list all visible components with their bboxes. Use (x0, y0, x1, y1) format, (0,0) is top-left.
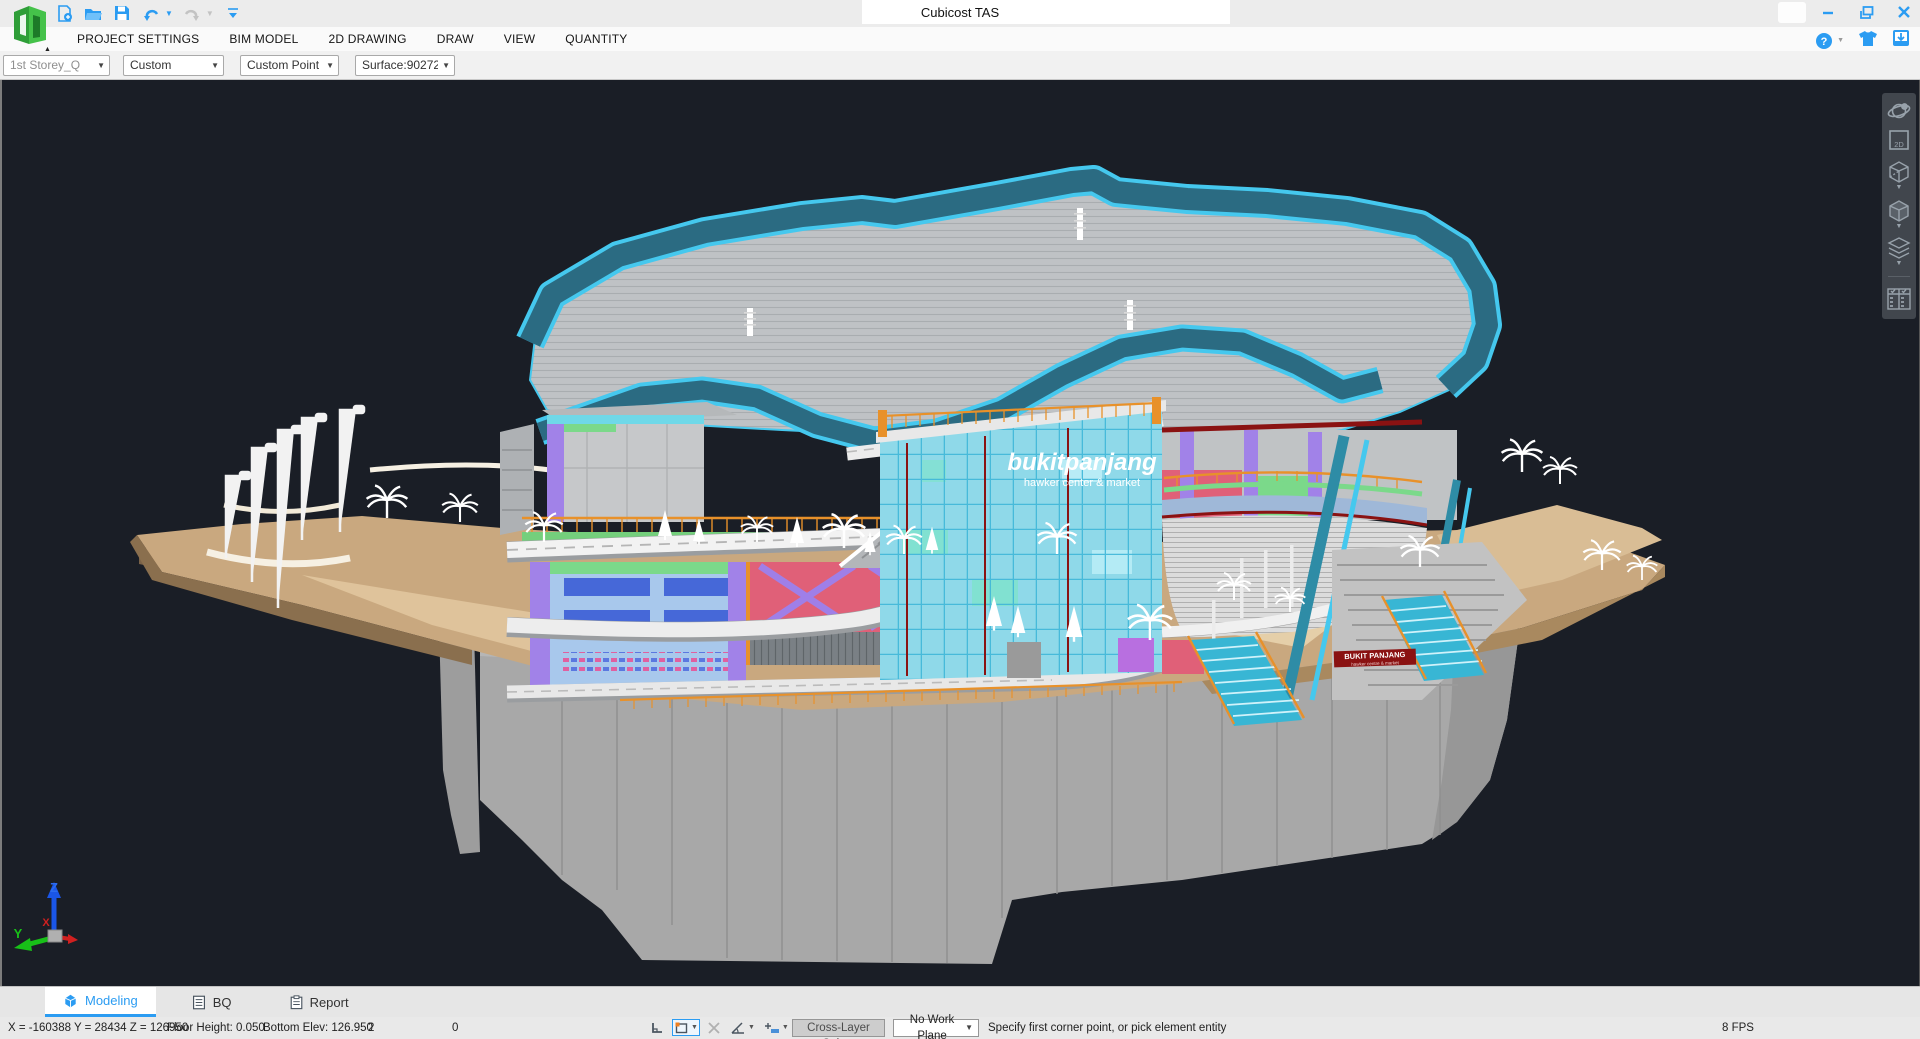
app-title: Cubicost TAS (0, 0, 1920, 27)
cross-layer-select-button[interactable]: Cross-Layer Select (792, 1019, 885, 1037)
3d-viewport[interactable]: bukitpanjang hawker center & market BUKI… (0, 80, 1920, 986)
tools-divider (1888, 276, 1910, 277)
axis-y-label: Y (14, 926, 23, 941)
help-toolbar: ? ▼ (1815, 29, 1910, 52)
tab-modeling[interactable]: Modeling (45, 987, 156, 1017)
titlebar: Cubicost TAS ▲ ▼ ▼ (0, 0, 1920, 27)
menu-view[interactable]: VIEW (489, 32, 550, 46)
redo-button[interactable] (182, 3, 202, 23)
angle-dropdown-caret[interactable]: ▼ (748, 1024, 755, 1031)
surface-dropdown[interactable]: Surface:90272▼ (355, 55, 455, 76)
layers-button[interactable]: ▼ (1885, 236, 1913, 267)
cubicost-logo-icon (8, 2, 52, 50)
menu-2d-drawing[interactable]: 2D DRAWING (313, 32, 421, 46)
cursor-coordinates: X = -160388 Y = 28434 Z = 126950 (8, 1017, 188, 1039)
chevron-down-icon: ▼ (97, 61, 105, 70)
selected-count: 2 (368, 1017, 374, 1039)
point-input-button[interactable]: ▼ (762, 1019, 791, 1036)
ortho-mode-button[interactable] (648, 1019, 667, 1036)
menu-draw[interactable]: DRAW (422, 32, 489, 46)
3d-model-canvas[interactable]: bukitpanjang hawker center & market BUKI… (2, 80, 1919, 986)
ground-sign: BUKIT PANJANG hawker centre & market (1334, 649, 1417, 668)
solid-view-button[interactable]: ▼ (1885, 197, 1913, 230)
wireframe-dropdown-caret[interactable]: ▼ (1896, 185, 1903, 191)
new-project-button[interactable] (54, 3, 74, 23)
statusbar: X = -160388 Y = 28434 Z = 126950 Floor H… (0, 1017, 1920, 1039)
tab-bq[interactable]: BQ (174, 987, 250, 1017)
floor-select-dropdown[interactable]: 1st Storey_Q▼ (3, 55, 110, 76)
customize-toolbar-button[interactable] (223, 3, 243, 23)
snap-settings-button[interactable]: ▼ (672, 1019, 700, 1036)
menubar: PROJECT SETTINGS BIM MODEL 2D DRAWING DR… (0, 27, 1920, 51)
command-prompt: Specify first corner point, or pick elem… (988, 1017, 1226, 1039)
redo-dropdown-caret[interactable]: ▼ (206, 9, 214, 18)
chevron-down-icon: ▼ (442, 61, 450, 70)
app-logo-button[interactable]: ▲ (8, 2, 52, 50)
skin-button[interactable] (1858, 30, 1878, 52)
minimize-button[interactable] (1820, 4, 1836, 20)
work-plane-dropdown[interactable]: No Work Plane▼ (893, 1019, 979, 1037)
orbit-view-button[interactable] (1885, 100, 1913, 122)
logo-dropdown-caret: ▲ (44, 46, 51, 53)
point-input-dropdown-caret[interactable]: ▼ (782, 1024, 789, 1031)
menu-project-settings[interactable]: PROJECT SETTINGS (62, 32, 214, 46)
secondary-count: 0 (452, 1017, 458, 1039)
help-dropdown-caret[interactable]: ▼ (1837, 37, 1844, 44)
report-clipboard-icon (290, 995, 303, 1010)
disable-snap-button[interactable] (705, 1019, 723, 1036)
modeling-cube-icon (63, 993, 78, 1008)
floor-height-value: Floor Height: 0.050 (167, 1017, 265, 1039)
titlebar-notification-area (1778, 2, 1806, 23)
svg-text:?: ? (1821, 36, 1828, 48)
menu-bim-model[interactable]: BIM MODEL (214, 32, 313, 46)
undo-button[interactable] (141, 3, 161, 23)
bq-document-icon (192, 995, 206, 1010)
svg-text:hawker center & market: hawker center & market (1024, 477, 1140, 489)
svg-text:bukitpanjang: bukitpanjang (1007, 449, 1157, 476)
axis-x-label: X (42, 917, 50, 929)
chevron-down-icon: ▼ (326, 61, 334, 70)
angle-snap-button[interactable]: ▼ (728, 1019, 757, 1036)
help-button[interactable]: ? ▼ (1815, 32, 1844, 50)
quick-access-toolbar: ▼ ▼ (54, 3, 243, 23)
menu-quantity[interactable]: QUANTITY (550, 32, 642, 46)
snap-toolbar: ▼ ▼ ▼ (648, 1019, 791, 1036)
snap-dropdown-caret[interactable]: ▼ (691, 1024, 698, 1031)
tab-report[interactable]: Report (272, 987, 367, 1017)
building-sign: bukitpanjang hawker center & market (1007, 449, 1157, 489)
axis-z-label: Z (50, 880, 58, 895)
axis-triad: Z Y X (8, 876, 92, 960)
chevron-down-icon: ▼ (965, 1020, 973, 1036)
layers-dropdown-caret[interactable]: ▼ (1896, 261, 1903, 267)
bottom-elevation-value: Bottom Elev: 126.950 (263, 1017, 373, 1039)
wireframe-view-button[interactable]: ▼ (1885, 158, 1913, 191)
element-type-dropdown[interactable]: Custom▼ (123, 55, 224, 76)
download-button[interactable] (1892, 29, 1910, 52)
window-controls (1820, 4, 1912, 20)
open-project-button[interactable] (83, 3, 103, 23)
view-toolbar: 1st Storey_Q▼ Custom▼ Custom Point▼ Surf… (0, 51, 1920, 80)
save-button[interactable] (112, 3, 132, 23)
restore-button[interactable] (1858, 4, 1874, 20)
2d-view-button[interactable]: 2D (1885, 128, 1913, 152)
undo-dropdown-caret[interactable]: ▼ (165, 9, 173, 18)
close-button[interactable] (1896, 4, 1912, 20)
view-tools-panel: 2D ▼ ▼ ▼ (1882, 93, 1916, 319)
element-list-button[interactable] (1885, 286, 1913, 312)
element-name-dropdown[interactable]: Custom Point▼ (240, 55, 339, 76)
chevron-down-icon: ▼ (211, 61, 219, 70)
svg-text:2D: 2D (1894, 140, 1904, 149)
fps-indicator: 8 FPS (1722, 1017, 1754, 1039)
solid-dropdown-caret[interactable]: ▼ (1896, 224, 1903, 230)
